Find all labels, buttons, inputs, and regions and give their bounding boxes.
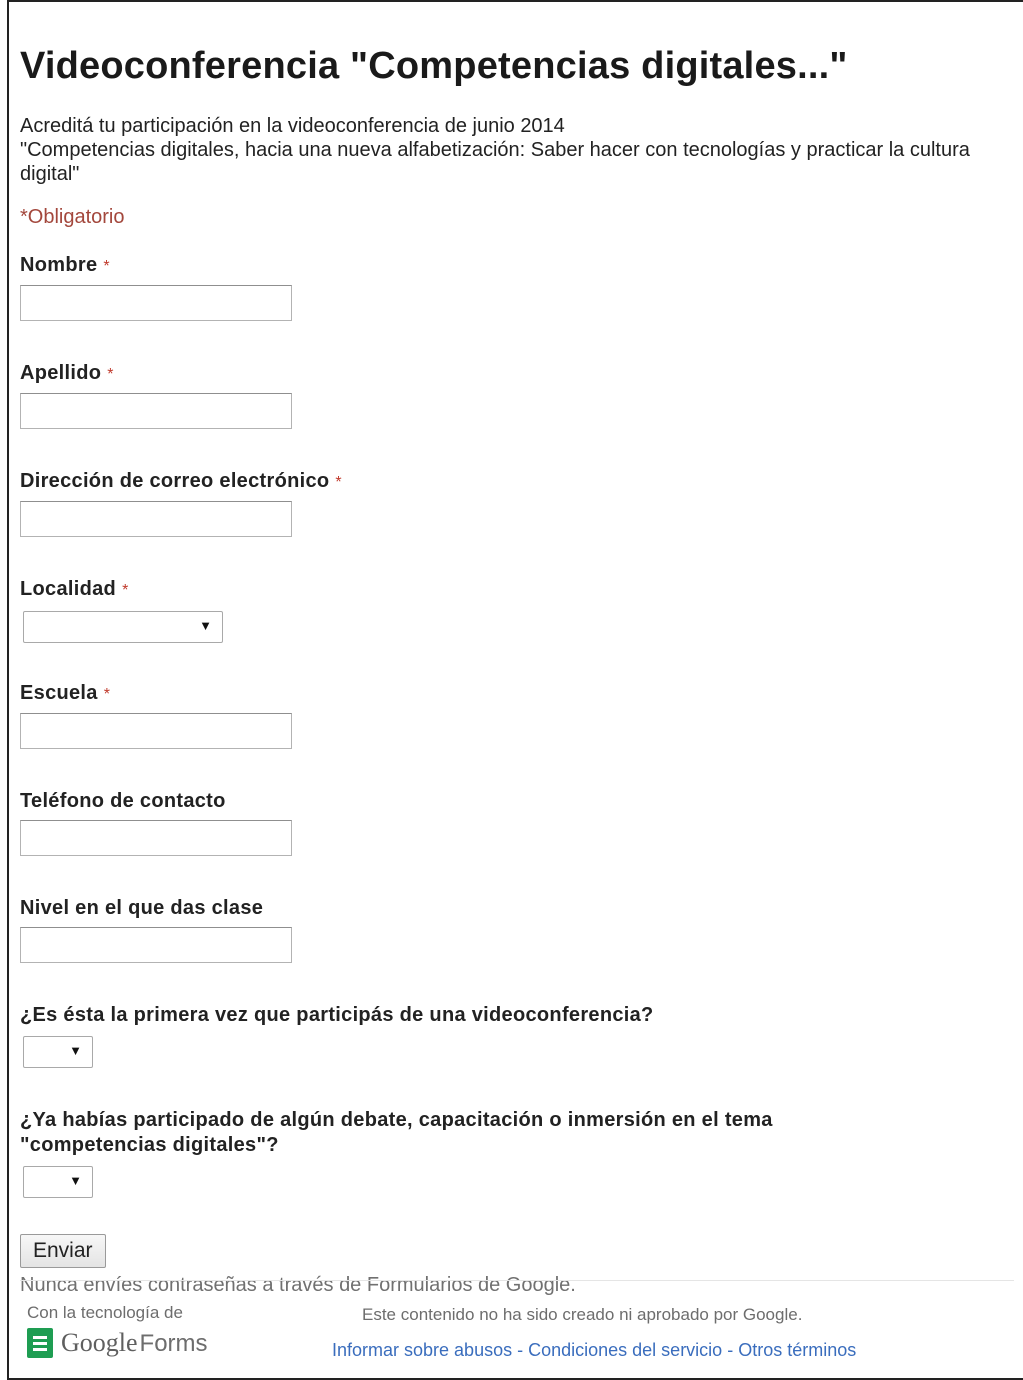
submit-button[interactable]: Enviar bbox=[20, 1234, 106, 1268]
question-email: Dirección de correo electrónico * bbox=[20, 469, 1010, 537]
question-localidad: Localidad * ▼ bbox=[20, 577, 1010, 643]
question-debate-previo: ¿Ya habías participado de algún debate, … bbox=[20, 1108, 1010, 1198]
localidad-select[interactable]: ▼ bbox=[23, 611, 223, 643]
form-description-line-2: "Competencias digitales, hacia una nueva… bbox=[20, 139, 976, 185]
question-label: Localidad * bbox=[20, 577, 1010, 603]
form-description: Acreditá tu participación en la videocon… bbox=[20, 114, 1010, 186]
apellido-input[interactable] bbox=[20, 393, 292, 429]
report-abuse-link[interactable]: Informar sobre abusos bbox=[332, 1340, 512, 1360]
dropdown-arrow-icon: ▼ bbox=[199, 618, 212, 633]
question-label: Teléfono de contacto bbox=[20, 789, 1010, 814]
question-label-text: ¿Ya habías participado de algún debate, … bbox=[20, 1109, 773, 1156]
link-separator: - bbox=[512, 1340, 529, 1360]
required-asterisk: * bbox=[122, 582, 129, 599]
required-asterisk: * bbox=[103, 686, 111, 703]
question-label: Nombre * bbox=[20, 253, 1010, 279]
powered-by-text: Con la tecnología de bbox=[27, 1303, 183, 1322]
question-primera-vez: ¿Es ésta la primera vez que participás d… bbox=[20, 1003, 1010, 1068]
required-asterisk: * bbox=[335, 474, 342, 491]
question-nivel: Nivel en el que das clase bbox=[20, 896, 1010, 963]
logo-google-text: Google bbox=[61, 1328, 138, 1357]
dropdown-arrow-icon: ▼ bbox=[69, 1173, 82, 1188]
google-forms-icon bbox=[27, 1328, 53, 1358]
question-label-text: Apellido bbox=[20, 362, 102, 384]
form-description-line-1: Acreditá tu participación en la videocon… bbox=[20, 115, 565, 137]
question-label: Apellido * bbox=[20, 361, 1010, 387]
telefono-input[interactable] bbox=[20, 820, 292, 856]
required-asterisk: * bbox=[107, 366, 114, 383]
question-label: Dirección de correo electrónico * bbox=[20, 469, 1010, 495]
question-label-text: Escuela bbox=[20, 682, 98, 704]
question-label-text: Nivel en el que das clase bbox=[20, 897, 264, 919]
question-label: Escuela * bbox=[20, 681, 1010, 707]
form-container: Videoconferencia "Competencias digitales… bbox=[20, 40, 1010, 1297]
google-forms-logo[interactable]: GoogleForms bbox=[27, 1328, 208, 1358]
question-apellido: Apellido * bbox=[20, 361, 1010, 429]
question-telefono: Teléfono de contacto bbox=[20, 789, 1010, 856]
question-label-text: Teléfono de contacto bbox=[20, 790, 226, 812]
terms-of-service-link[interactable]: Condiciones del servicio bbox=[528, 1340, 722, 1360]
escuela-input[interactable] bbox=[20, 713, 292, 749]
password-warning: Nunca envíes contraseñas a través de For… bbox=[20, 1274, 576, 1296]
required-note: *Obligatorio bbox=[20, 206, 125, 228]
google-disclaimer: Este contenido no ha sido creado ni apro… bbox=[362, 1305, 803, 1324]
question-label: ¿Es ésta la primera vez que participás d… bbox=[20, 1003, 1010, 1028]
email-input[interactable] bbox=[20, 501, 292, 537]
question-label: ¿Ya habías participado de algún debate, … bbox=[20, 1108, 880, 1158]
question-label: Nivel en el que das clase bbox=[20, 896, 1010, 921]
debate-previo-select[interactable]: ▼ bbox=[23, 1166, 93, 1198]
question-nombre: Nombre * bbox=[20, 253, 1010, 321]
question-escuela: Escuela * bbox=[20, 681, 1010, 749]
google-forms-wordmark: GoogleForms bbox=[61, 1328, 208, 1358]
link-separator: - bbox=[722, 1340, 739, 1360]
footer-divider bbox=[20, 1280, 1014, 1281]
other-terms-link[interactable]: Otros términos bbox=[738, 1340, 856, 1360]
form-title: Videoconferencia "Competencias digitales… bbox=[20, 45, 848, 87]
question-label-text: Nombre bbox=[20, 254, 98, 276]
logo-forms-text: Forms bbox=[139, 1330, 208, 1357]
question-label-text: Localidad bbox=[20, 578, 117, 600]
footer-links: Informar sobre abusos - Condiciones del … bbox=[332, 1340, 856, 1361]
dropdown-arrow-icon: ▼ bbox=[69, 1043, 82, 1058]
primera-vez-select[interactable]: ▼ bbox=[23, 1036, 93, 1068]
nivel-input[interactable] bbox=[20, 927, 292, 963]
question-label-text: Dirección de correo electrónico bbox=[20, 470, 330, 492]
required-asterisk: * bbox=[103, 258, 110, 275]
nombre-input[interactable] bbox=[20, 285, 292, 321]
question-label-text: ¿Es ésta la primera vez que participás d… bbox=[20, 1004, 654, 1026]
